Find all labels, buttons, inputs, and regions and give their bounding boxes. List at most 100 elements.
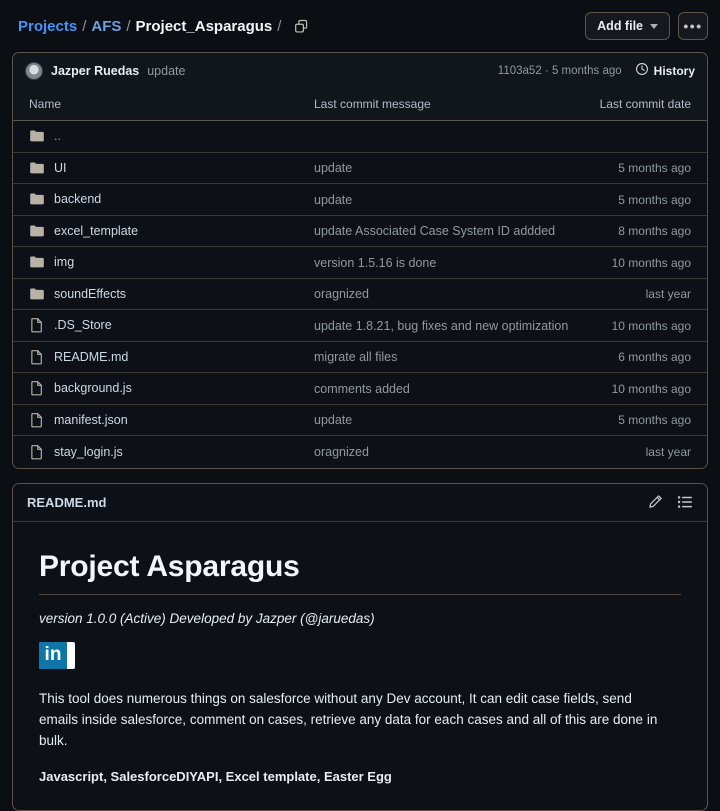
readme-tags: Javascript, SalesforceDIYAPI, Excel temp… — [39, 769, 681, 784]
file-commit-message-cell: update — [314, 160, 581, 175]
file-commit-date-cell: 10 months ago — [581, 318, 691, 333]
file-commit-message-cell: migrate all files — [314, 349, 581, 364]
pencil-icon[interactable] — [647, 494, 663, 510]
readme-heading: Project Asparagus — [39, 550, 681, 595]
file-commit-message-cell: version 1.5.16 is done — [314, 255, 581, 270]
file-name-link[interactable]: background.js — [54, 381, 132, 395]
table-row[interactable]: excel_template update Associated Case Sys… — [13, 216, 707, 248]
file-commit-message[interactable]: version 1.5.16 is done — [314, 256, 436, 270]
file-name-cell: background.js — [29, 380, 314, 396]
readme-card: README.md Project Asparagus — [12, 483, 708, 811]
commit-meta-separator: · — [545, 65, 549, 77]
add-file-button[interactable]: Add file — [585, 12, 670, 40]
file-commit-date-cell: 6 months ago — [581, 349, 691, 364]
linkedin-badge[interactable]: in — [39, 642, 75, 669]
readme-actions — [647, 494, 693, 510]
file-name-cell: .DS_Store — [29, 317, 314, 333]
table-row[interactable]: README.md migrate all files 6 months ago — [13, 342, 707, 374]
column-header-message: Last commit message — [314, 97, 581, 111]
table-row[interactable]: img version 1.5.16 is done 10 months ago — [13, 247, 707, 279]
file-commit-message[interactable]: comments added — [314, 382, 410, 396]
file-name-cell: .. — [29, 128, 314, 144]
table-row[interactable]: stay_login.js oragnized last year — [13, 436, 707, 468]
file-commit-message[interactable]: update — [314, 193, 352, 207]
file-name-link[interactable]: backend — [54, 192, 101, 206]
table-row[interactable]: UIupdate5 months ago — [13, 153, 707, 185]
linkedin-badge-label: in — [39, 642, 67, 669]
file-name-link[interactable]: img — [54, 255, 74, 269]
file-name-link[interactable]: manifest.json — [54, 413, 128, 427]
file-name-cell: soundEffects — [29, 286, 314, 302]
folder-icon — [29, 254, 45, 270]
file-commit-date-cell: last year — [581, 444, 691, 459]
file-icon — [29, 317, 45, 333]
file-name-cell: stay_login.js — [29, 444, 314, 460]
breadcrumb-repo[interactable]: Project_Asparagus — [136, 18, 273, 35]
file-browser-card: Jazper Ruedas update 1103a52 · 5 months … — [12, 52, 708, 469]
file-name-cell: README.md — [29, 349, 314, 365]
readme-header: README.md — [13, 484, 707, 522]
file-name-link[interactable]: README.md — [54, 350, 128, 364]
table-row[interactable]: backend update 5 months ago — [13, 184, 707, 216]
file-name-link[interactable]: .. — [54, 129, 61, 143]
list-icon[interactable] — [677, 494, 693, 510]
file-table-body: .. UI update 5 months ago backend update 5 mon… — [13, 121, 707, 468]
folder-icon — [29, 191, 45, 207]
file-commit-message[interactable]: update — [314, 161, 352, 175]
more-options-button[interactable]: ••• — [678, 12, 708, 40]
file-commit-message-cell: update 1.8.21, bug fixes and new optimiz… — [314, 318, 581, 333]
history-label: History — [654, 64, 695, 78]
file-commit-date: 10 months ago — [612, 382, 691, 396]
table-row[interactable]: .. — [13, 121, 707, 153]
table-row[interactable]: soundEffectsoragnizedlast year — [13, 279, 707, 311]
table-row[interactable]: .DS_Store update 1.8.21, bug fixes and ne… — [13, 310, 707, 342]
file-commit-message[interactable]: oragnized — [314, 445, 369, 459]
file-commit-message[interactable]: update Associated Case System ID addded — [314, 224, 555, 238]
latest-commit-author-area: Jazper Ruedas update — [25, 62, 498, 80]
folder-icon — [29, 223, 45, 239]
file-commit-date-cell: 10 months ago — [581, 381, 691, 396]
file-commit-message[interactable]: update 1.8.21, bug fixes and new optimiz… — [314, 319, 568, 333]
copy-path-icon[interactable] — [289, 14, 313, 38]
commit-message[interactable]: update — [147, 64, 185, 78]
file-commit-date-cell: 5 months ago — [581, 192, 691, 207]
clock-icon — [635, 62, 649, 79]
file-commit-message[interactable]: oragnized — [314, 287, 369, 301]
file-icon — [29, 380, 45, 396]
commit-author-name[interactable]: Jazper Ruedas — [51, 64, 139, 78]
file-commit-date: 6 months ago — [618, 350, 691, 364]
file-name-link[interactable]: UI — [54, 161, 67, 175]
breadcrumb-afs[interactable]: AFS — [91, 18, 121, 35]
file-commit-date-cell: 10 months ago — [581, 255, 691, 270]
file-commit-message-cell: update — [314, 412, 581, 427]
file-name-cell: excel_template — [29, 223, 314, 239]
file-commit-message[interactable]: update — [314, 413, 352, 427]
readme-subtitle: version 1.0.0 (Active) Developed by Jazp… — [39, 611, 681, 626]
file-name-cell: backend — [29, 191, 314, 207]
file-commit-message[interactable]: migrate all files — [314, 350, 397, 364]
file-name-link[interactable]: excel_template — [54, 224, 138, 238]
file-commit-message-cell: comments added — [314, 381, 581, 396]
folder-icon — [29, 286, 45, 302]
readme-paragraph: This tool does numerous things on salesf… — [39, 688, 664, 751]
history-link[interactable]: History — [635, 62, 695, 79]
file-name-link[interactable]: .DS_Store — [54, 318, 112, 332]
readme-title[interactable]: README.md — [27, 495, 647, 510]
table-row[interactable]: manifest.json update 5 months ago — [13, 405, 707, 437]
breadcrumb-separator: / — [126, 18, 130, 35]
file-commit-date: 10 months ago — [612, 319, 691, 333]
table-row[interactable]: background.js comments added 10 months ago — [13, 373, 707, 405]
file-name-link[interactable]: soundEffects — [54, 287, 126, 301]
top-bar-actions: Add file ••• — [585, 12, 708, 40]
file-commit-message-cell: oragnized — [314, 444, 581, 459]
file-commit-message-cell: update Associated Case System ID addded — [314, 223, 581, 238]
file-name-cell: img — [29, 254, 314, 270]
file-name-link[interactable]: stay_login.js — [54, 445, 123, 459]
folder-icon — [29, 128, 45, 144]
file-commit-date: 5 months ago — [618, 413, 691, 427]
file-table: Name Last commit message Last commit dat… — [13, 88, 707, 468]
commit-hash[interactable]: 1103a52 — [498, 65, 542, 77]
breadcrumb-projects[interactable]: Projects — [18, 18, 77, 35]
latest-commit-meta-area: 1103a52 · 5 months ago History — [498, 62, 695, 79]
breadcrumb-separator: / — [277, 18, 281, 35]
